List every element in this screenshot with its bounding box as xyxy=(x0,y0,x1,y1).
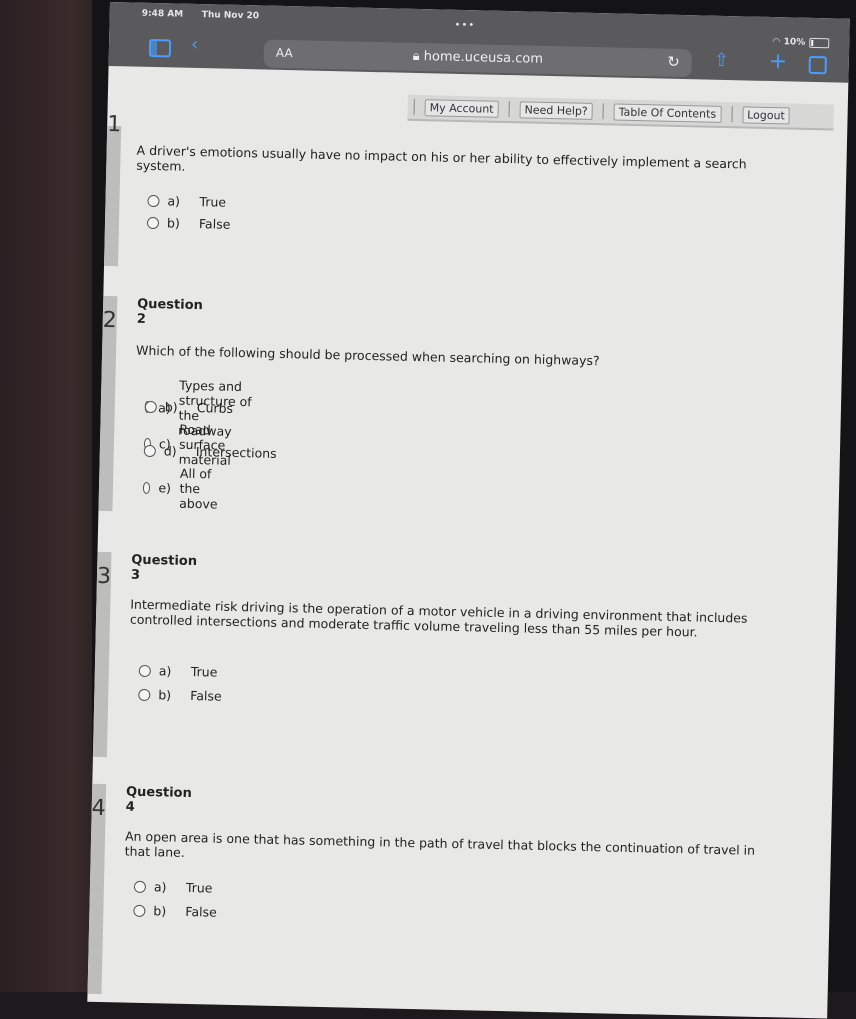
my-account-button[interactable]: My Account xyxy=(424,98,499,118)
share-icon[interactable]: ⇧ xyxy=(714,50,730,71)
battery-percent: 10% xyxy=(783,37,806,48)
option-b[interactable]: b) Curbs xyxy=(144,399,234,416)
option-letter: a) xyxy=(158,663,172,679)
table-of-contents-button[interactable]: Table Of Contents xyxy=(613,102,722,123)
option-b[interactable]: b) False xyxy=(146,215,231,232)
option-letter: b) xyxy=(164,399,178,415)
radio-button[interactable] xyxy=(138,664,151,677)
option-label: Curbs xyxy=(196,400,234,416)
option-label: False xyxy=(190,688,222,704)
question-title: Question 2 xyxy=(136,296,204,327)
radio-button[interactable] xyxy=(133,880,147,893)
option-letter: d) xyxy=(163,443,177,459)
question-title: Question 4 xyxy=(125,784,192,815)
option-label: True xyxy=(190,664,218,680)
status-date: Thu Nov 20 xyxy=(201,10,260,22)
option-label: True xyxy=(199,194,227,210)
radio-button[interactable] xyxy=(144,400,157,413)
question-number: 4 xyxy=(91,795,106,822)
option-label: False xyxy=(185,903,217,920)
option-a[interactable]: a) True xyxy=(133,879,213,896)
option-letter: a) xyxy=(153,879,167,895)
option-label: All of the above xyxy=(179,465,218,512)
option-a[interactable]: a) True xyxy=(147,193,226,210)
question-text: Which of the following should be process… xyxy=(135,342,600,369)
option-letter: e) xyxy=(158,480,172,496)
nav-divider xyxy=(730,106,733,123)
lock-icon: 🔒︎ xyxy=(412,48,424,65)
status-right: ◠ 10% xyxy=(772,37,830,49)
radio-button[interactable] xyxy=(143,444,156,457)
question-text: A driver's emotions usually have no impa… xyxy=(136,142,747,174)
question-bar xyxy=(104,125,122,267)
option-letter: a) xyxy=(167,193,181,209)
top-nav: My Account Need Help? Table Of Contents … xyxy=(407,94,834,131)
question-number: 3 xyxy=(96,563,112,590)
radio-button[interactable] xyxy=(146,216,160,229)
radio-button[interactable] xyxy=(147,194,160,207)
sidebar-icon[interactable] xyxy=(148,38,172,58)
url-value: home.uceusa.com xyxy=(423,49,544,67)
question-title: Question 3 xyxy=(130,552,198,583)
url-text[interactable]: 🔒︎ home.uceusa.com xyxy=(264,46,692,71)
option-b[interactable]: b) False xyxy=(138,687,222,704)
nav-divider xyxy=(508,101,510,118)
option-letter: b) xyxy=(166,215,180,231)
new-tab-icon[interactable]: + xyxy=(769,49,788,74)
option-label: True xyxy=(185,879,213,896)
option-a[interactable]: a) True xyxy=(138,663,218,680)
option-letter: b) xyxy=(158,687,172,703)
option-e[interactable]: e) All of the above xyxy=(142,465,233,512)
question-text: Intermediate risk driving is the operati… xyxy=(129,596,748,640)
reload-icon[interactable]: ↻ xyxy=(667,53,680,71)
option-b[interactable]: b) False xyxy=(133,903,217,920)
logout-button[interactable]: Logout xyxy=(741,105,791,124)
tabs-overview-icon[interactable] xyxy=(808,55,827,75)
need-help-button[interactable]: Need Help? xyxy=(519,100,593,120)
radio-button[interactable] xyxy=(138,688,151,701)
status-time: 9:48 AM xyxy=(141,8,184,20)
option-d[interactable]: d) Intersections xyxy=(143,443,277,461)
option-letter: b) xyxy=(153,903,167,919)
option-label: False xyxy=(198,216,231,232)
question-number: 2 xyxy=(102,307,118,334)
multitask-dots-icon[interactable]: ••• xyxy=(454,20,475,31)
nav-divider xyxy=(413,98,415,115)
radio-button[interactable] xyxy=(142,481,151,494)
question-text: An open area is one that has something i… xyxy=(124,828,756,860)
wifi-icon: ◠ xyxy=(772,37,780,48)
address-bar[interactable]: AA 🔒︎ home.uceusa.com ↻ xyxy=(263,39,693,78)
battery-icon xyxy=(809,37,830,49)
radio-button[interactable] xyxy=(133,904,146,917)
nav-divider xyxy=(602,103,604,120)
question-number: 1 xyxy=(106,111,122,138)
back-icon[interactable]: ‹ xyxy=(191,34,199,55)
browser-screen: 9:48 AM Thu Nov 20 ••• ◠ 10% ‹ AA 🔒︎ hom… xyxy=(87,2,850,1019)
option-label: Intersections xyxy=(195,444,277,461)
